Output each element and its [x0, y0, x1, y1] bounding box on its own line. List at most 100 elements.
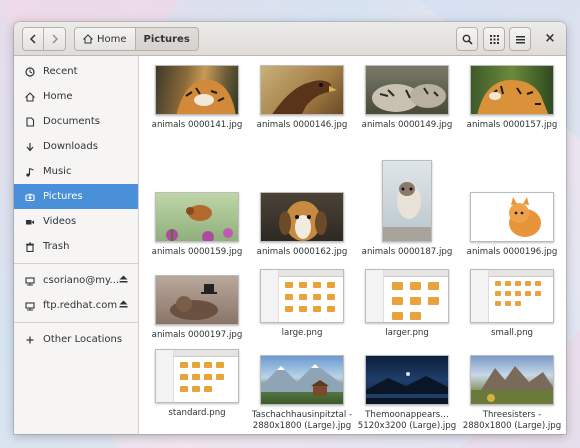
- thumbnail: [470, 269, 554, 323]
- home-icon: [83, 34, 93, 44]
- file-item[interactable]: small.png: [460, 269, 564, 339]
- file-item[interactable]: Threesisters - 2880x1800 (Large).jpg: [460, 355, 564, 432]
- file-name: Threesisters - 2880x1800 (Large).jpg: [462, 410, 562, 431]
- menu-button[interactable]: [509, 27, 531, 51]
- sidebar-item-label: Recent: [43, 66, 78, 77]
- thumbnail: [260, 65, 344, 115]
- thumbnail: [382, 160, 432, 242]
- file-name: animals 0000159.jpg: [151, 247, 243, 257]
- thumbnail: [470, 192, 554, 242]
- search-button[interactable]: [456, 27, 478, 51]
- thumbnail: [260, 269, 344, 323]
- file-name: animals 0000149.jpg: [361, 120, 453, 130]
- file-item[interactable]: animals 0000187.jpg: [355, 160, 459, 258]
- sidebar-item-videos[interactable]: Videos: [14, 209, 138, 234]
- plus-icon: [25, 335, 35, 345]
- file-item[interactable]: animals 0000197.jpg: [145, 275, 249, 341]
- file-name: larger.png: [385, 328, 429, 338]
- file-item[interactable]: animals 0000157.jpg: [460, 65, 564, 131]
- thumbnail: [365, 355, 449, 405]
- eject-icon[interactable]: [119, 275, 128, 286]
- sidebar-item-label: Other Locations: [43, 334, 123, 345]
- crumb-home[interactable]: Home: [74, 27, 136, 51]
- hamburger-menu-icon: [515, 35, 525, 43]
- sidebar-divider: [14, 322, 138, 323]
- file-item[interactable]: animals 0000146.jpg: [250, 65, 354, 131]
- thumbnail: [260, 355, 344, 405]
- sidebar-item-label: Music: [43, 166, 72, 177]
- sidebar-item-trash[interactable]: Trash: [14, 234, 138, 259]
- file-item[interactable]: Taschachhausinpitztal - 2880x1800 (Large…: [250, 355, 354, 432]
- chevron-left-icon: [29, 34, 36, 44]
- grid-view-icon: [489, 34, 499, 44]
- sidebar-item-label: csoriano@my...: [43, 275, 120, 286]
- sidebar-item-recent[interactable]: Recent: [14, 59, 138, 84]
- file-name: Themoonappears… 5120x3200 (Large).jpg: [357, 410, 457, 431]
- sidebar-item-ftp[interactable]: ftp.redhat.com: [14, 293, 138, 318]
- file-item[interactable]: animals 0000196.jpg: [460, 192, 564, 258]
- sidebar-item-label: Documents: [43, 116, 101, 127]
- sidebar-item-documents[interactable]: Documents: [14, 109, 138, 134]
- network-folder-icon: [25, 276, 35, 286]
- sidebar-item-label: Pictures: [43, 191, 83, 202]
- chevron-right-icon: [51, 34, 58, 44]
- file-item[interactable]: animals 0000159.jpg: [145, 192, 249, 258]
- download-icon: [25, 142, 35, 152]
- sidebar-item-home[interactable]: Home: [14, 84, 138, 109]
- sidebar-item-other-locations[interactable]: Other Locations: [14, 327, 138, 352]
- back-button[interactable]: [22, 27, 44, 51]
- breadcrumb: Home Pictures: [74, 27, 199, 51]
- sidebar-item-label: Trash: [43, 241, 70, 252]
- trash-icon: [25, 242, 35, 252]
- file-item[interactable]: animals 0000149.jpg: [355, 65, 459, 131]
- file-item[interactable]: animals 0000141.jpg: [145, 65, 249, 131]
- thumbnail: [155, 65, 239, 115]
- clock-icon: [25, 66, 35, 77]
- file-name: standard.png: [168, 408, 226, 418]
- network-folder-icon: [25, 301, 35, 311]
- eject-icon[interactable]: [119, 300, 128, 311]
- file-item[interactable]: standard.png: [145, 349, 249, 419]
- close-button[interactable]: ×: [542, 30, 558, 46]
- music-icon: [25, 167, 35, 177]
- crumb-pictures-label: Pictures: [143, 33, 190, 45]
- thumbnail: [155, 349, 239, 403]
- sidebar-item-label: Home: [43, 91, 73, 102]
- sidebar-item-music[interactable]: Music: [14, 159, 138, 184]
- thumbnail: [365, 269, 449, 323]
- file-name: animals 0000141.jpg: [151, 120, 243, 130]
- document-icon: [25, 116, 35, 127]
- sidebar-item-csoriano[interactable]: csoriano@my...: [14, 268, 138, 293]
- sidebar-item-label: Downloads: [43, 141, 98, 152]
- file-item[interactable]: large.png: [250, 269, 354, 339]
- sidebar-item-pictures[interactable]: Pictures: [14, 184, 138, 209]
- forward-button[interactable]: [44, 27, 66, 51]
- file-name: Taschachhausinpitztal - 2880x1800 (Large…: [251, 410, 353, 431]
- crumb-pictures[interactable]: Pictures: [135, 27, 199, 51]
- thumbnail: [155, 275, 239, 325]
- file-item[interactable]: animals 0000162.jpg: [250, 192, 354, 258]
- file-name: large.png: [281, 328, 323, 338]
- file-name: animals 0000162.jpg: [256, 247, 348, 257]
- file-name: small.png: [491, 328, 533, 338]
- sidebar-item-label: Videos: [43, 216, 77, 227]
- thumbnail: [155, 192, 239, 242]
- file-name: animals 0000196.jpg: [466, 247, 558, 257]
- thumbnail: [260, 192, 344, 242]
- file-item[interactable]: Themoonappears… 5120x3200 (Large).jpg: [355, 355, 459, 432]
- crumb-home-label: Home: [97, 33, 127, 45]
- sidebar-item-downloads[interactable]: Downloads: [14, 134, 138, 159]
- video-icon: [25, 217, 35, 227]
- history-nav: [22, 27, 66, 51]
- file-name: animals 0000157.jpg: [466, 120, 558, 130]
- sidebar-divider: [14, 263, 138, 264]
- file-name: animals 0000187.jpg: [361, 247, 453, 257]
- thumbnail: [365, 65, 449, 115]
- camera-icon: [25, 192, 35, 202]
- view-mode-button[interactable]: [483, 27, 505, 51]
- file-name: animals 0000146.jpg: [256, 120, 348, 130]
- sidebar-item-label: ftp.redhat.com: [43, 300, 118, 311]
- home-icon: [25, 91, 35, 102]
- file-item[interactable]: larger.png: [355, 269, 459, 339]
- file-grid: animals 0000141.jpg animals 0000146.jpg …: [140, 56, 566, 434]
